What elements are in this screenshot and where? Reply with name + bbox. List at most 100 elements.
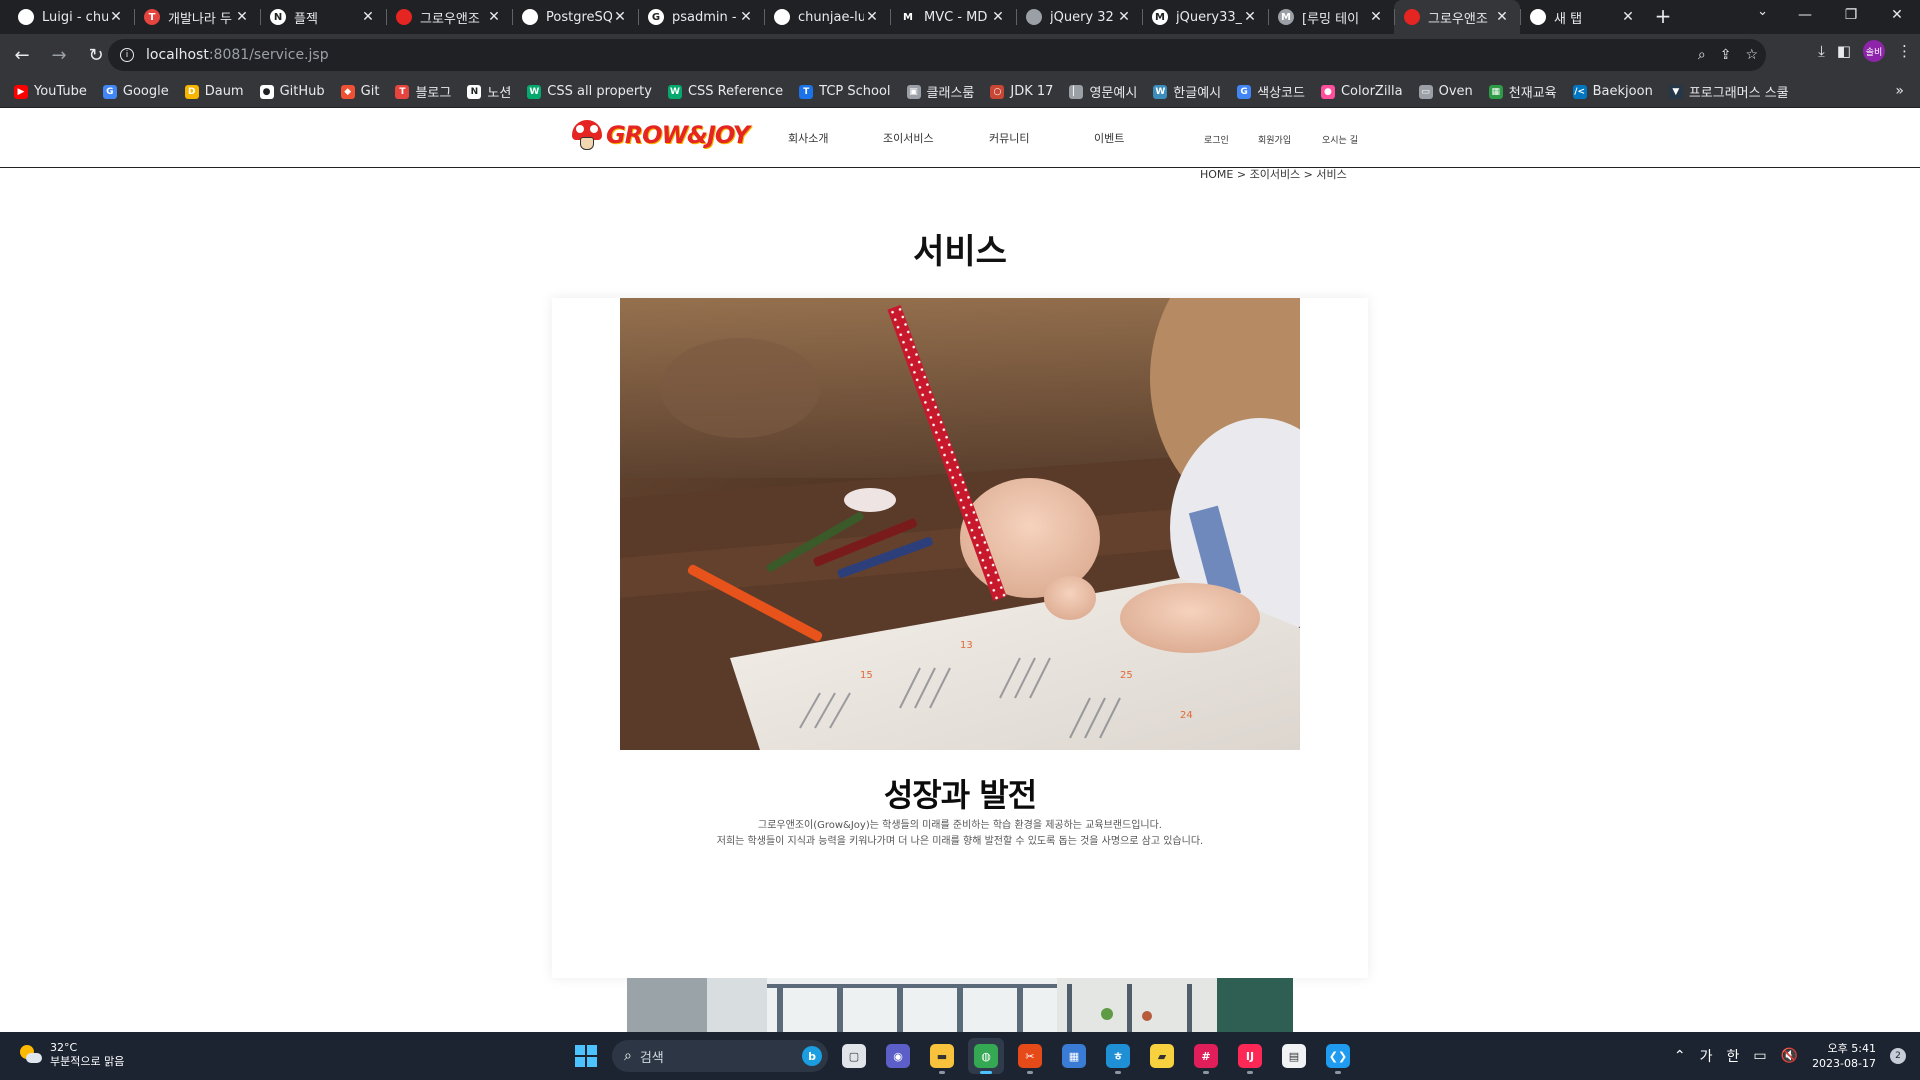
bookmark-star-icon[interactable]: ☆ bbox=[1745, 47, 1758, 63]
share-icon[interactable]: ⇪ bbox=[1720, 47, 1732, 63]
browser-tab[interactable]: T 개발나라 두 ✕ bbox=[134, 0, 260, 34]
snipping-tool-icon[interactable]: ✂ bbox=[1012, 1038, 1048, 1074]
browser-tab[interactable]: jQuery 32 ✕ bbox=[1016, 0, 1142, 34]
tab-close-icon[interactable]: ✕ bbox=[360, 9, 376, 25]
profile-avatar[interactable]: 솔비 bbox=[1863, 40, 1885, 62]
bookmark-item[interactable]: W CSS Reference bbox=[667, 84, 783, 99]
browser-tab[interactable]: M MVC - MD ✕ bbox=[890, 0, 1016, 34]
bookmark-item[interactable]: W CSS all property bbox=[527, 84, 652, 99]
bookmark-item[interactable]: ● ColorZilla bbox=[1320, 84, 1403, 99]
forward-arrow-icon[interactable]: → bbox=[44, 40, 74, 70]
bing-icon[interactable]: b bbox=[802, 1046, 822, 1066]
bookmark-item[interactable]: G Google bbox=[102, 84, 169, 99]
bookmark-item[interactable]: N 노션 bbox=[467, 82, 511, 101]
notion-icon: N bbox=[270, 9, 286, 25]
minimize-icon[interactable]: — bbox=[1782, 0, 1828, 30]
browser-tab[interactable]: MjQuery33_c ✕ bbox=[1142, 0, 1268, 34]
nav-event[interactable]: 이벤트 bbox=[1094, 130, 1124, 146]
tab-close-icon[interactable]: ✕ bbox=[1620, 9, 1636, 25]
browser-tab[interactable]: 그로우앤조 ✕ bbox=[1394, 0, 1520, 34]
nav-company[interactable]: 회사소개 bbox=[788, 130, 828, 146]
ime-mode[interactable]: 한 bbox=[1727, 1046, 1740, 1066]
bookmark-item[interactable]: T TCP School bbox=[799, 84, 891, 99]
directions-link[interactable]: 오시는 길 bbox=[1322, 133, 1358, 146]
bookmarks-overflow-icon[interactable]: » bbox=[1895, 83, 1904, 99]
notepad-icon[interactable]: ▤ bbox=[1276, 1038, 1312, 1074]
hangul-icon[interactable]: ㅎ bbox=[1100, 1038, 1136, 1074]
speaker-muted-icon[interactable]: 🔇 bbox=[1781, 1048, 1798, 1064]
bookmark-item[interactable]: ▦ 천재교육 bbox=[1488, 82, 1557, 101]
card-desc-line-1: 그로우앤조이(Grow&Joy)는 학생들의 미래를 준비하는 학습 환경을 제… bbox=[758, 820, 1162, 831]
task-view-icon[interactable]: ▢ bbox=[836, 1038, 872, 1074]
login-link[interactable]: 로그인 bbox=[1204, 133, 1229, 146]
ime-language[interactable]: 가 bbox=[1700, 1046, 1713, 1066]
tab-search-chevron-icon[interactable]: ⌄ bbox=[1757, 4, 1768, 19]
vscode-icon[interactable]: ❮❯ bbox=[1320, 1038, 1356, 1074]
close-window-icon[interactable]: ✕ bbox=[1874, 0, 1920, 30]
bookmark-item[interactable]: ● GitHub bbox=[259, 84, 325, 99]
bookmark-item[interactable]: ▶ YouTube bbox=[14, 84, 87, 99]
tab-close-icon[interactable]: ✕ bbox=[612, 9, 628, 25]
address-url[interactable]: localhost:8081/service.jsp bbox=[146, 47, 329, 63]
browser-tab[interactable]: M [루밍 테이 ✕ bbox=[1268, 0, 1394, 34]
notification-badge[interactable]: 2 bbox=[1890, 1048, 1906, 1064]
tab-close-icon[interactable]: ✕ bbox=[990, 9, 1006, 25]
weather-widget[interactable]: 32°C 부분적으로 맑음 bbox=[18, 1041, 124, 1069]
bookmark-item[interactable]: ◆ Git bbox=[340, 84, 379, 99]
back-arrow-icon[interactable]: ← bbox=[7, 40, 37, 70]
site-info-icon[interactable]: i bbox=[120, 48, 134, 62]
browser-tab[interactable]: Luigi - chun✕ bbox=[8, 0, 134, 34]
signup-link[interactable]: 회원가입 bbox=[1258, 133, 1291, 146]
network-icon[interactable]: ▭ bbox=[1753, 1048, 1766, 1064]
side-panel-icon[interactable]: ◧ bbox=[1837, 42, 1851, 60]
reload-icon[interactable]: ↻ bbox=[81, 40, 111, 70]
bookmark-item[interactable]: /< Baekjoon bbox=[1572, 84, 1653, 99]
bookmark-item[interactable]: T 블로그 bbox=[395, 82, 451, 101]
browser-tab[interactable]: 새 탭 ✕ bbox=[1520, 0, 1646, 34]
tab-close-icon[interactable]: ✕ bbox=[108, 9, 124, 25]
site-logo[interactable]: GROW&JOY bbox=[572, 120, 750, 150]
tab-close-icon[interactable]: ✕ bbox=[1242, 9, 1258, 25]
bookmark-item[interactable]: W 한글예시 bbox=[1153, 82, 1221, 101]
tab-close-icon[interactable]: ✕ bbox=[1494, 9, 1510, 25]
tab-close-icon[interactable]: ✕ bbox=[234, 9, 250, 25]
tray-chevron-up-icon[interactable]: ⌃ bbox=[1674, 1048, 1686, 1064]
sticky-notes-icon[interactable]: ▰ bbox=[1144, 1038, 1180, 1074]
chrome-icon[interactable]: ◍ bbox=[968, 1038, 1004, 1074]
browser-tab[interactable]: PostgreSQL✕ bbox=[512, 0, 638, 34]
nav-community[interactable]: 커뮤니티 bbox=[989, 130, 1029, 146]
tab-close-icon[interactable]: ✕ bbox=[1116, 9, 1132, 25]
zoom-search-icon[interactable]: ⌕ bbox=[1698, 47, 1706, 63]
new-tab-plus-icon[interactable]: + bbox=[1646, 0, 1680, 34]
taskbar-search[interactable]: ⌕ 검색 b bbox=[612, 1040, 828, 1072]
tab-close-icon[interactable]: ✕ bbox=[486, 9, 502, 25]
slack-icon[interactable]: # bbox=[1188, 1038, 1224, 1074]
teams-icon[interactable]: ◉ bbox=[880, 1038, 916, 1074]
bookmark-item[interactable]: ▣ 클래스룸 bbox=[906, 82, 974, 101]
tab-close-icon[interactable]: ✕ bbox=[864, 9, 880, 25]
windows-start-icon[interactable] bbox=[568, 1038, 604, 1074]
menu-kebab-icon[interactable]: ⋮ bbox=[1897, 42, 1912, 60]
address-bar[interactable]: i localhost:8081/service.jsp ⌕ ⇪ ☆ bbox=[108, 39, 1766, 71]
clock[interactable]: 오후 5:41 2023-08-17 bbox=[1812, 1041, 1876, 1071]
download-icon[interactable]: ⤓ bbox=[1818, 42, 1825, 60]
tab-close-icon[interactable]: ✕ bbox=[738, 9, 754, 25]
browser-tab[interactable]: Gpsadmin - ✕ bbox=[638, 0, 764, 34]
nav-joy-service[interactable]: 조이서비스 bbox=[883, 130, 934, 146]
browser-tab[interactable]: N 플젝 ✕ bbox=[260, 0, 386, 34]
bookmark-item[interactable]: ○ JDK 17 bbox=[990, 84, 1053, 99]
file-explorer-icon[interactable]: ▬ bbox=[924, 1038, 960, 1074]
bookmark-item[interactable]: ▭ Oven bbox=[1418, 84, 1473, 99]
classroom-icon: ▣ bbox=[906, 84, 921, 99]
browser-tab[interactable]: chunjae-lui ✕ bbox=[764, 0, 890, 34]
bookmark-item[interactable]: ▏ 영문예시 bbox=[1069, 82, 1137, 101]
microsoft-store-icon[interactable]: ▦ bbox=[1056, 1038, 1092, 1074]
tab-title: MVC - MD bbox=[924, 9, 988, 25]
browser-tab[interactable]: 그로우앤조 ✕ bbox=[386, 0, 512, 34]
bookmark-item[interactable]: G 색상코드 bbox=[1237, 82, 1305, 101]
tab-close-icon[interactable]: ✕ bbox=[1368, 9, 1384, 25]
intellij-icon[interactable]: IJ bbox=[1232, 1038, 1268, 1074]
bookmark-item[interactable]: ▼ 프로그래머스 스쿨 bbox=[1668, 82, 1789, 101]
restore-icon[interactable]: ❐ bbox=[1828, 0, 1874, 30]
bookmark-item[interactable]: D Daum bbox=[184, 84, 244, 99]
